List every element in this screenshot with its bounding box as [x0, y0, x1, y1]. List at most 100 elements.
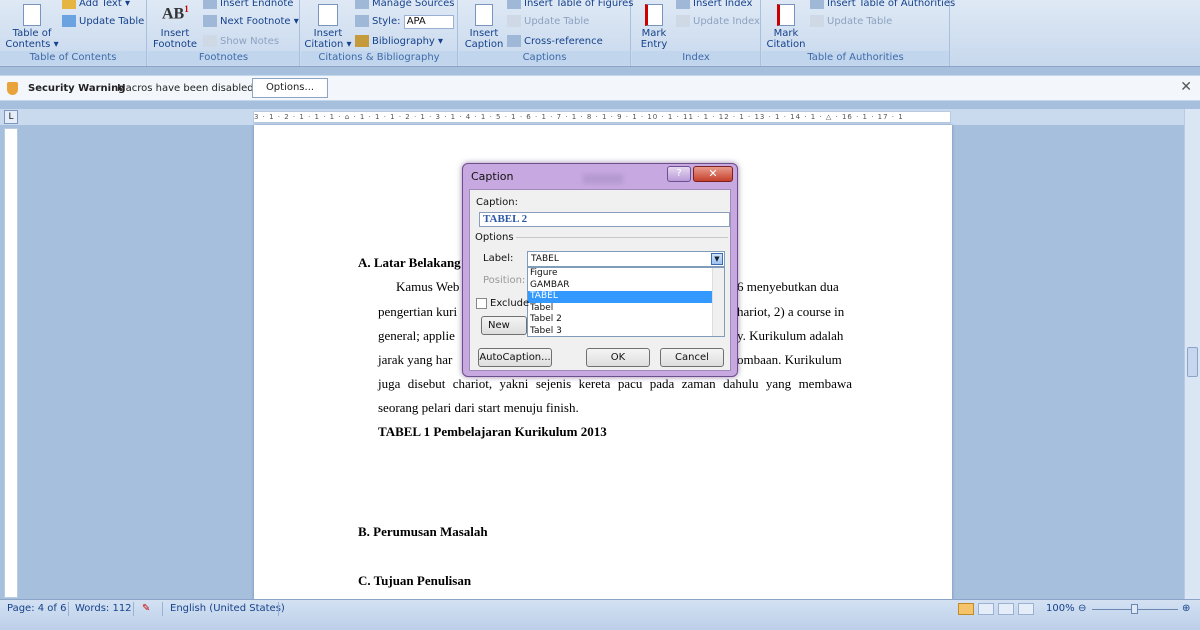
ok-button[interactable]: OK	[586, 348, 650, 367]
group-label-authorities: Table of Authorities	[762, 51, 949, 65]
options-divider	[516, 237, 728, 238]
proofing-icon[interactable]: ✎	[142, 603, 150, 615]
para-line-4-left: jarak yang har	[378, 352, 453, 367]
add-text-button[interactable]: Add Text ▾	[62, 0, 130, 10]
security-warning-title: Security Warning	[28, 83, 126, 94]
help-icon[interactable]: ?	[667, 166, 691, 182]
vertical-ruler[interactable]	[4, 128, 18, 598]
new-label-button[interactable]: New Label	[481, 316, 527, 335]
list-item[interactable]: Tabel 3	[528, 326, 724, 337]
manage-sources-button[interactable]: Manage Sources	[355, 0, 454, 10]
security-options-button[interactable]: Options...	[252, 78, 328, 98]
web-layout-icon[interactable]	[998, 603, 1014, 615]
next-footnote-button[interactable]: Next Footnote ▾	[203, 15, 299, 28]
para-line-6: seorang pelari dari start menuju finish.	[378, 400, 579, 415]
table-of-figures-icon	[507, 0, 521, 9]
close-icon[interactable]: ✕	[1180, 79, 1192, 95]
caption-dialog: Caption ? ✕ Caption: TABEL 2 Options Lab…	[462, 163, 738, 377]
style-label: Style:	[372, 16, 401, 27]
insert-caption-button[interactable]: Insert Caption	[461, 4, 507, 50]
list-scrollbar[interactable]	[712, 268, 724, 336]
vertical-scrollbar[interactable]	[1184, 109, 1200, 599]
label-options-list[interactable]: Figure GAMBAR TABEL Tabel Tabel 2 Tabel …	[527, 267, 725, 337]
zoom-out-icon[interactable]: ⊖	[1078, 603, 1086, 615]
autocaption-button[interactable]: AutoCaption...	[478, 348, 552, 367]
group-citations: Insert Citation ▾ Manage Sources Style: …	[301, 0, 458, 66]
zoom-in-icon[interactable]: ⊕	[1182, 603, 1190, 615]
shield-icon	[7, 82, 18, 95]
para-line-3-right: y. Kurikulum adalah	[737, 328, 844, 343]
style-value: APA	[403, 15, 454, 29]
para-line-1-left: Kamus Web	[396, 279, 460, 294]
group-label-citations: Citations & Bibliography	[301, 51, 457, 65]
insert-footnote-button[interactable]: AB1 Insert Footnote	[152, 4, 198, 50]
label-dropdown[interactable]: TABEL ▼	[527, 251, 725, 267]
outline-icon[interactable]	[1018, 603, 1034, 615]
para-line-2-left: pengertian kuri	[378, 304, 458, 319]
update-figures-icon	[507, 15, 521, 27]
insert-endnote-button[interactable]: Insert Endnote	[203, 0, 293, 10]
list-item[interactable]: Tabel	[528, 303, 724, 315]
chevron-down-icon[interactable]: ▼	[711, 253, 723, 265]
cross-reference-label: Cross-reference	[524, 36, 603, 47]
zoom-level[interactable]: 100%	[1046, 603, 1075, 615]
label-dropdown-value: TABEL	[531, 254, 559, 264]
ruler-bar: L 3 · 1 · 2 · 1 · 1 · 1 · ⌂ · 1 · 1 · 1 …	[0, 109, 1200, 125]
para-line-4-right: ombaan. Kurikulum	[737, 352, 842, 367]
mark-citation-label: Mark Citation	[766, 28, 806, 50]
group-table-of-contents: Table of Contents ▾ Add Text ▾ Update Ta…	[0, 0, 147, 66]
cross-reference-button[interactable]: Cross-reference	[507, 35, 603, 48]
insert-index-button[interactable]: Insert Index	[676, 0, 752, 10]
group-label-toc: Table of Contents	[0, 51, 146, 65]
insert-citation-button[interactable]: Insert Citation ▾	[304, 4, 352, 50]
caption-field-label: Caption:	[476, 197, 518, 208]
security-warning-bar: Security Warning Macros have been disabl…	[0, 75, 1200, 101]
group-label-captions: Captions	[459, 51, 630, 65]
bibliography-button[interactable]: Bibliography ▾	[355, 35, 443, 48]
update-figures-table-button[interactable]: Update Table	[507, 15, 589, 28]
insert-table-of-figures-button[interactable]: Insert Table of Figures	[507, 0, 633, 10]
full-screen-reading-icon[interactable]	[978, 603, 994, 615]
word-count[interactable]: Words: 112	[75, 603, 132, 615]
horizontal-ruler[interactable]: 3 · 1 · 2 · 1 · 1 · 1 · ⌂ · 1 · 1 · 1 · …	[253, 111, 951, 123]
toc-icon	[23, 4, 41, 26]
dialog-close-icon[interactable]: ✕	[693, 166, 733, 182]
style-selector[interactable]: Style: APA	[355, 15, 454, 29]
mark-entry-button[interactable]: Mark Entry	[634, 4, 674, 50]
mark-citation-button[interactable]: Mark Citation	[764, 4, 808, 50]
cross-reference-icon	[507, 35, 521, 47]
ruler-marks: 3 · 1 · 2 · 1 · 1 · 1 · ⌂ · 1 · 1 · 1 · …	[254, 113, 904, 121]
list-item[interactable]: Tabel 2	[528, 314, 724, 326]
list-item-selected[interactable]: TABEL	[528, 291, 724, 303]
caption-icon	[475, 4, 493, 26]
scrollbar-thumb[interactable]	[1187, 347, 1198, 377]
print-layout-icon[interactable]	[958, 603, 974, 615]
group-index: Mark Entry Insert Index Update Index Ind…	[632, 0, 761, 66]
ribbon: Table of Contents ▾ Add Text ▾ Update Ta…	[0, 0, 1200, 67]
insert-table-of-authorities-button[interactable]: Insert Table of Authorities	[810, 0, 955, 10]
manage-sources-label: Manage Sources	[372, 0, 455, 9]
update-authorities-icon	[810, 15, 824, 27]
language-indicator[interactable]: English (United States)	[170, 603, 285, 615]
tab-selector[interactable]: L	[4, 110, 18, 124]
caption-input[interactable]: TABEL 2	[479, 212, 730, 227]
update-authorities-button[interactable]: Update Table	[810, 15, 892, 28]
group-label-footnotes: Footnotes	[148, 51, 299, 65]
zoom-slider-thumb[interactable]	[1131, 604, 1138, 614]
mark-entry-icon	[645, 4, 663, 26]
update-index-button[interactable]: Update Index	[676, 15, 760, 28]
update-figures-label: Update Table	[524, 16, 590, 27]
insert-citation-label: Insert Citation	[304, 28, 344, 50]
list-item[interactable]: GAMBAR	[528, 280, 724, 292]
para-line-3-left: general; applie	[378, 328, 455, 343]
exclude-checkbox[interactable]	[476, 298, 487, 309]
update-table-button[interactable]: Update Table	[62, 15, 144, 28]
cancel-button[interactable]: Cancel	[660, 348, 724, 367]
show-notes-button[interactable]: Show Notes	[203, 35, 279, 48]
para-line-5: juga disebut chariot, yakni sejenis kere…	[378, 376, 852, 391]
page-count[interactable]: Page: 4 of 6	[7, 603, 66, 615]
list-item[interactable]: Figure	[528, 268, 724, 280]
table-of-contents-button[interactable]: Table of Contents ▾	[4, 4, 60, 50]
manage-sources-icon	[355, 0, 369, 9]
dialog-body: Caption: TABEL 2 Options Label: TABEL ▼ P…	[469, 189, 731, 371]
